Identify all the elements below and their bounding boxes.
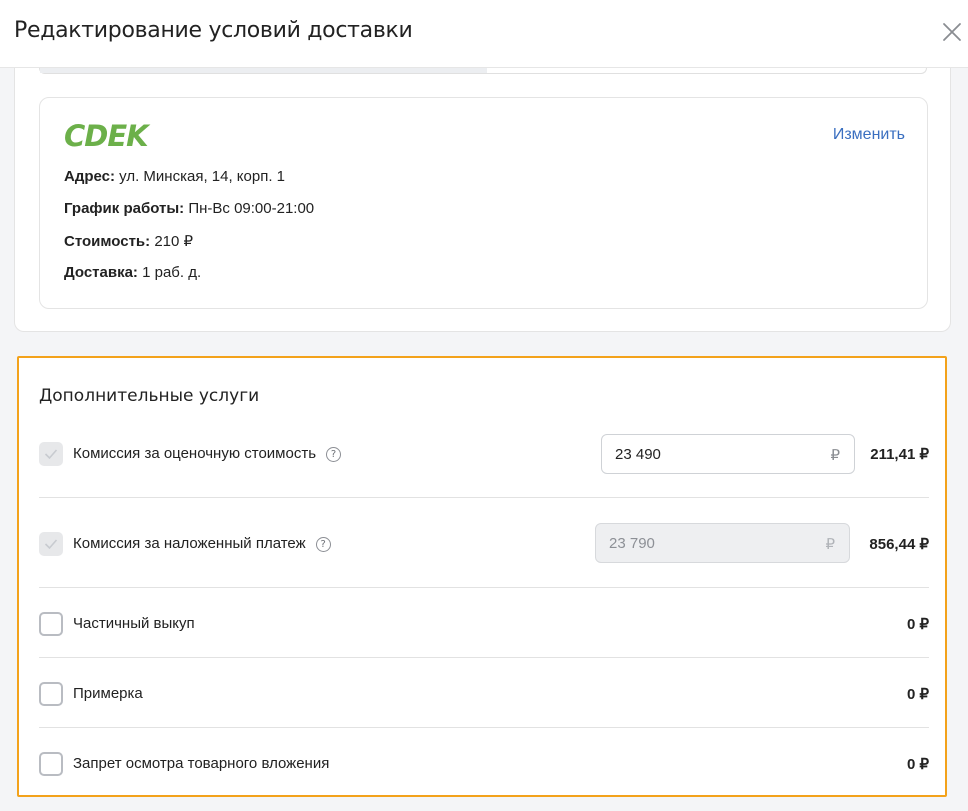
address-value: ул. Минская, 14, корп. 1 [119, 168, 286, 185]
delivery-selection-card: CDEK Изменить Адрес: ул. Минская, 14, ко… [14, 68, 951, 332]
close-button[interactable] [938, 18, 966, 46]
ruble-icon: ₽ [825, 536, 835, 553]
service-label: Примерка [73, 685, 143, 702]
delivery-time-line: Доставка: 1 раб. д. [64, 264, 201, 281]
pickup-point-card: CDEK Изменить Адрес: ул. Минская, 14, ко… [39, 97, 928, 309]
amount-value: 23 790 [609, 535, 655, 552]
declared-value-input[interactable]: 23 490 ₽ [601, 434, 855, 474]
cost-value: 210 ₽ [154, 233, 194, 250]
service-label: Комиссия за оценочную стоимость? [73, 445, 342, 462]
help-icon[interactable]: ? [315, 537, 331, 552]
service-checkbox[interactable] [39, 682, 63, 706]
dialog-header: Редактирование условий доставки [0, 0, 968, 68]
change-pickup-point-link[interactable]: Изменить [833, 126, 905, 144]
service-row-cash-on-delivery: Комиссия за наложенный платеж? 23 790 ₽ … [39, 498, 929, 588]
delivery-type-tabs[interactable] [39, 68, 927, 74]
delivery-type-tab-active[interactable] [40, 68, 487, 73]
cash-on-delivery-input: 23 790 ₽ [595, 523, 850, 563]
help-icon[interactable]: ? [326, 447, 342, 462]
service-row-fitting: Примерка 0 ₽ [39, 658, 929, 728]
service-price: 0 ₽ [906, 616, 929, 633]
cdek-logo: CDEK [64, 120, 152, 150]
delivery-time-label: Доставка: [64, 264, 138, 281]
svg-text:CDEK: CDEK [64, 120, 151, 150]
service-checkbox[interactable] [39, 532, 63, 556]
service-price: 211,41 ₽ [870, 446, 929, 463]
service-price: 0 ₽ [906, 686, 929, 703]
cost-label: Стоимость: [64, 233, 151, 250]
service-label: Частичный выкуп [73, 615, 195, 632]
delivery-time-value: 1 раб. д. [142, 264, 202, 281]
service-label: Запрет осмотра товарного вложения [73, 755, 330, 772]
dialog-title: Редактирование условий доставки [14, 18, 413, 43]
service-label: Комиссия за наложенный платеж? [73, 535, 331, 552]
service-row-partial-buyout: Частичный выкуп 0 ₽ [39, 588, 929, 658]
working-hours-line: График работы: Пн-Вс 09:00-21:00 [64, 200, 314, 217]
dialog-body: CDEK Изменить Адрес: ул. Минская, 14, ко… [0, 68, 968, 811]
additional-services-section: Дополнительные услуги Комиссия за оценоч… [17, 356, 947, 797]
service-checkbox[interactable] [39, 442, 63, 466]
cost-line: Стоимость: 210 ₽ [64, 232, 193, 250]
check-icon [44, 449, 58, 460]
address-line: Адрес: ул. Минская, 14, корп. 1 [64, 168, 285, 185]
service-price: 856,44 ₽ [869, 536, 929, 553]
service-checkbox[interactable] [39, 752, 63, 776]
address-label: Адрес: [64, 168, 115, 185]
service-row-no-inspection: Запрет осмотра товарного вложения 0 ₽ [39, 728, 929, 798]
ruble-icon: ₽ [830, 447, 840, 464]
check-icon [44, 539, 58, 550]
working-hours-value: Пн-Вс 09:00-21:00 [188, 200, 315, 217]
close-icon [943, 23, 961, 41]
working-hours-label: График работы: [64, 200, 185, 217]
additional-services-title: Дополнительные услуги [39, 386, 260, 406]
service-price: 0 ₽ [906, 756, 929, 773]
amount-value: 23 490 [615, 446, 661, 463]
service-checkbox[interactable] [39, 612, 63, 636]
service-row-declared-value: Комиссия за оценочную стоимость? 23 490 … [39, 418, 929, 498]
